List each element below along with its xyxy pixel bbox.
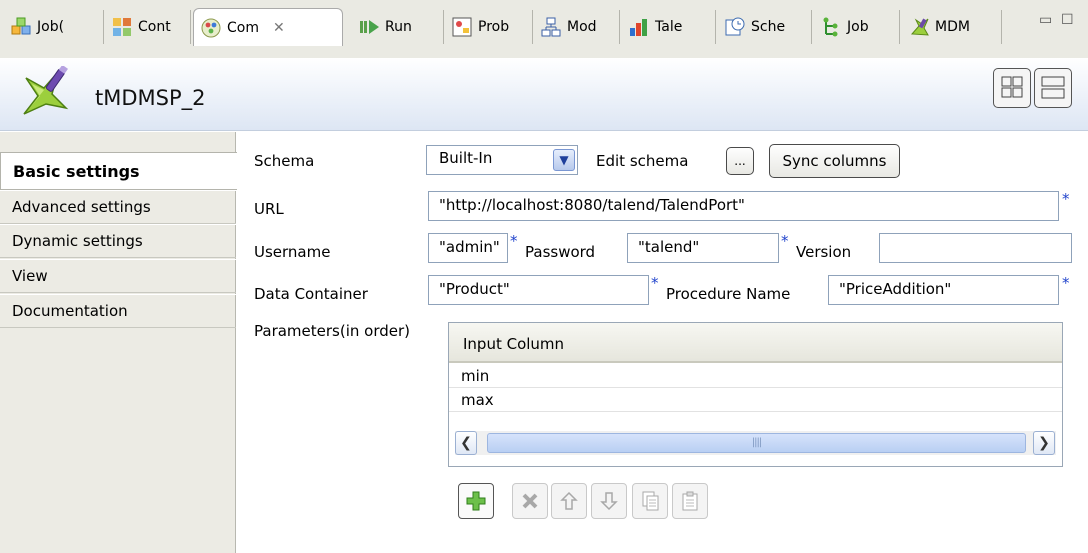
copy-button[interactable] [632, 483, 668, 519]
sync-columns-button[interactable]: Sync columns [769, 144, 900, 178]
tab-label: Mod [567, 19, 597, 35]
move-up-icon [560, 491, 578, 510]
nav-basic-settings[interactable]: Basic settings [0, 152, 237, 190]
parameters-label: Parameters(in order) [254, 322, 410, 340]
scheduler-icon [724, 16, 746, 38]
tab-talend[interactable]: Tale [622, 10, 716, 44]
edit-schema-button[interactable]: ... [726, 147, 754, 175]
view-tab-strip: Job( Cont Com ✕ Run Prob Mod Tale Sche J… [0, 0, 1088, 66]
schema-label: Schema [254, 152, 315, 170]
paste-icon [682, 491, 698, 511]
grid-layout-icon [1001, 76, 1023, 98]
required-marker: * [651, 274, 659, 292]
tab-job[interactable]: Job( [4, 10, 104, 44]
table-header-input-column[interactable]: Input Column [449, 323, 1062, 363]
version-label: Version [796, 243, 852, 261]
layout-grid-button[interactable] [993, 68, 1031, 108]
copy-icon [642, 491, 659, 511]
add-icon [466, 491, 486, 511]
tab-label: Sche [751, 19, 786, 35]
layout-list-button[interactable] [1034, 68, 1072, 108]
component-logo-icon [18, 64, 72, 122]
tab-problems[interactable]: Prob [445, 10, 533, 44]
required-marker: * [1062, 274, 1070, 292]
procedure-name-label: Procedure Name [666, 285, 791, 303]
nav-label: Dynamic settings [12, 232, 143, 250]
password-label: Password [525, 243, 596, 261]
tab-label: Cont [138, 19, 171, 35]
table-row[interactable]: max [449, 389, 1062, 412]
nav-dynamic-settings[interactable]: Dynamic settings [0, 224, 236, 258]
parameters-table[interactable]: Input Column min max ❮ |||| ❯ [448, 322, 1063, 467]
tab-scheduler[interactable]: Sche [718, 10, 812, 44]
paste-button[interactable] [672, 483, 708, 519]
problems-icon [451, 16, 473, 38]
contexts-icon [111, 16, 133, 38]
tab-label: Job( [37, 19, 65, 35]
nav-label: View [12, 267, 48, 285]
table-row[interactable]: min [449, 365, 1062, 388]
close-icon[interactable]: ✕ [273, 20, 285, 36]
version-field[interactable] [879, 233, 1072, 263]
component-header: tMDMSP_2 [0, 58, 1088, 131]
component-icon [200, 17, 222, 39]
edit-schema-label: Edit schema [596, 152, 689, 170]
modules-icon [540, 16, 562, 38]
add-row-button[interactable] [458, 483, 494, 519]
delete-icon [522, 493, 538, 509]
url-field[interactable]: "http://localhost:8080/talend/TalendPort… [428, 191, 1059, 221]
tab-label: Tale [655, 19, 683, 35]
tab-label: Run [385, 19, 412, 35]
list-layout-icon [1041, 76, 1065, 99]
maximize-icon[interactable]: ☐ [1061, 12, 1074, 28]
horizontal-scrollbar[interactable]: ❮ |||| ❯ [455, 431, 1056, 455]
required-marker: * [781, 232, 789, 250]
scroll-right-icon[interactable]: ❯ [1033, 431, 1055, 455]
tab-mdm[interactable]: MDM [902, 10, 1002, 44]
username-field[interactable]: "admin" [428, 233, 508, 263]
tab-component[interactable]: Com ✕ [193, 8, 343, 46]
scrollbar-thumb[interactable]: |||| [487, 433, 1026, 453]
nav-documentation[interactable]: Documentation [0, 294, 236, 328]
tab-contexts[interactable]: Cont [105, 10, 191, 44]
tab-label: MDM [935, 19, 970, 35]
procedure-name-field[interactable]: "PriceAddition" [828, 275, 1059, 305]
delete-row-button[interactable] [512, 483, 548, 519]
talend-icon [628, 16, 650, 38]
settings-nav: Basic settings Advanced settings Dynamic… [0, 132, 237, 553]
data-container-field[interactable]: "Product" [428, 275, 649, 305]
tab-label: Com [227, 19, 259, 36]
tab-run[interactable]: Run [352, 10, 444, 44]
scroll-left-icon[interactable]: ❮ [455, 431, 477, 455]
nav-view[interactable]: View [0, 259, 236, 293]
nav-advanced-settings[interactable]: Advanced settings [0, 190, 236, 224]
move-down-button[interactable] [591, 483, 627, 519]
data-container-label: Data Container [254, 285, 368, 303]
password-field[interactable]: "talend" [627, 233, 779, 263]
nav-label: Advanced settings [12, 198, 151, 216]
tab-label: Job [847, 19, 869, 35]
nav-label: Basic settings [13, 161, 140, 181]
move-down-icon [600, 492, 618, 511]
move-up-button[interactable] [551, 483, 587, 519]
username-label: Username [254, 243, 331, 261]
chevron-down-icon[interactable]: ▼ [553, 149, 575, 171]
tab-modules[interactable]: Mod [534, 10, 620, 44]
url-label: URL [254, 200, 284, 218]
job-hierarchy-icon [820, 16, 842, 38]
job-icon [10, 16, 32, 38]
required-marker: * [510, 232, 518, 250]
schema-select-value: Built-In [439, 149, 493, 167]
nav-label: Documentation [12, 302, 128, 320]
mdm-icon [908, 16, 930, 38]
schema-select[interactable]: Built-In ▼ [426, 145, 578, 175]
minimize-icon[interactable]: ▭ [1039, 12, 1052, 28]
required-marker: * [1062, 190, 1070, 208]
component-title: tMDMSP_2 [95, 86, 206, 110]
run-icon [358, 16, 380, 38]
tab-job-hierarchy[interactable]: Job [814, 10, 900, 44]
tab-label: Prob [478, 19, 510, 35]
